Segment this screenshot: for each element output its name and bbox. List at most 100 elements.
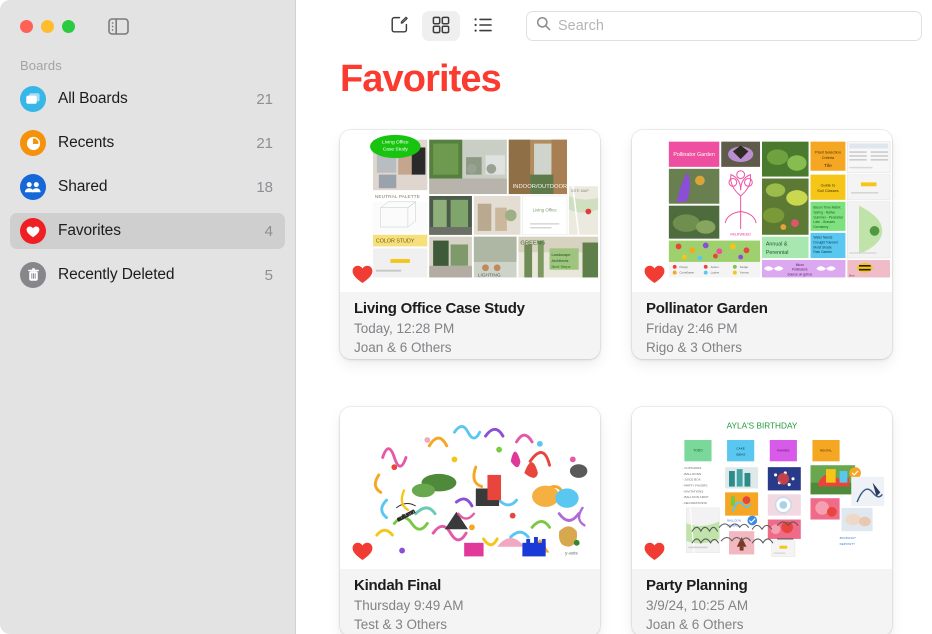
living-office-moodboard-thumbnail: Living Office Case Study NEUTRAL PALETTE… [340, 129, 600, 287]
favorite-heart-icon[interactable] [352, 265, 373, 284]
board-title: Pollinator Garden [646, 299, 768, 317]
list-icon [474, 17, 493, 36]
svg-text:Tile: Tile [824, 163, 832, 169]
sidebar-item-count: 21 [256, 134, 273, 152]
board-thumbnail: Pollinator Garden MILKWEED Plant Selecti… [632, 129, 892, 292]
svg-text:TODO: TODO [693, 448, 703, 452]
svg-text:AYLA'S BIRTHDAY: AYLA'S BIRTHDAY [727, 421, 798, 430]
favorite-heart-icon[interactable] [644, 542, 665, 561]
board-participants: Joan & 6 Others [354, 339, 452, 355]
titlebar [0, 0, 295, 52]
svg-text:Source on gdn.io: Source on gdn.io [787, 272, 812, 276]
close-button[interactable] [20, 19, 33, 33]
svg-text:Living Office: Living Office [533, 207, 557, 212]
search-input[interactable] [558, 18, 912, 34]
board-card-info: Kindah Final Thursday 9:49 AM Test & 3 O… [340, 568, 600, 634]
maximize-button[interactable] [62, 19, 75, 33]
board-card[interactable]: AYLA'S BIRTHDAY TODO - CUPCAKES - BALLOO… [632, 406, 892, 634]
board-card-info: Pollinator Garden Friday 2:46 PM Rigo & … [632, 291, 892, 359]
board-date: Thursday 9:49 AM [354, 597, 464, 613]
svg-text:Living Office: Living Office [382, 139, 409, 145]
svg-text:BOOKING?: BOOKING? [840, 536, 856, 540]
board-thumbnail: Living Office Case Study NEUTRAL PALETTE… [340, 129, 600, 292]
grid-icon [432, 16, 450, 37]
svg-text:Bloom Time Matrix: Bloom Time Matrix [813, 205, 841, 209]
compose-icon [390, 15, 409, 37]
sidebar-item-recents[interactable]: Recents 21 [10, 125, 285, 161]
list-view-button[interactable] [464, 11, 502, 41]
svg-text:Micro: Micro [796, 263, 804, 267]
sidebar-item-shared[interactable]: Shared 18 [10, 169, 285, 205]
board-thumbnail: AYLA'S BIRTHDAY TODO - CUPCAKES - BALLOO… [632, 406, 892, 569]
svg-text:Rain Garden: Rain Garden [813, 250, 832, 254]
board-title: Kindah Final [354, 576, 441, 594]
svg-text:Perennial: Perennial [766, 250, 789, 256]
sidebar-item-label: All Boards [58, 90, 128, 107]
board-card[interactable]: autumn y-axis Kindah Final Thursday 9:49… [340, 406, 600, 634]
search-icon [536, 16, 551, 36]
board-thumbnail: autumn y-axis [340, 406, 600, 569]
boards-icon [20, 86, 46, 112]
svg-text:Asters: Asters [711, 264, 720, 268]
sidebar-item-count: 21 [256, 90, 273, 108]
traffic-lights [20, 19, 75, 33]
svg-text:y-axis: y-axis [565, 550, 578, 556]
sidebar-nav: All Boards 21 Recents 21 Shared 18 Favor… [0, 81, 295, 301]
grid-view-button[interactable] [422, 11, 460, 41]
svg-text:IDEAS: IDEAS [736, 452, 745, 456]
new-board-button[interactable] [380, 11, 418, 41]
trash-icon [20, 262, 46, 288]
svg-text:INDOOR/OUTDOOR: INDOOR/OUTDOOR [513, 184, 568, 190]
sidebar-item-label: Recents [58, 134, 115, 151]
svg-text:Water Needs: Water Needs [813, 235, 832, 239]
sidebar-item-count: 5 [264, 266, 273, 284]
kindah-doodles-thumbnail: autumn y-axis [340, 406, 600, 564]
svg-text:- BALLOONS: - BALLOONS [682, 472, 701, 476]
svg-text:Yarrow: Yarrow [740, 270, 750, 274]
svg-text:Drought Tolerant: Drought Tolerant [813, 240, 837, 244]
toolbar [296, 0, 932, 52]
svg-text:Coneflower: Coneflower [680, 270, 695, 274]
main-content: Favorites Living Office [296, 0, 932, 634]
svg-text:Moist Shade: Moist Shade [813, 245, 831, 249]
svg-text:- INVITATIONS: - INVITATIONS [682, 489, 703, 493]
board-card-info: Party Planning 3/9/24, 10:25 AM Joan & 6… [632, 568, 892, 634]
board-card[interactable]: Living Office Case Study NEUTRAL PALETTE… [340, 129, 600, 359]
sidebar-toggle-icon[interactable] [107, 16, 129, 36]
svg-text:- JUICE BOX: - JUICE BOX [682, 477, 700, 481]
svg-text:Landscape: Landscape [551, 252, 570, 257]
favorite-heart-icon[interactable] [352, 542, 373, 561]
svg-text:FAVORS: FAVORS [777, 448, 789, 452]
board-card[interactable]: Pollinator Garden MILKWEED Plant Selecti… [632, 129, 892, 359]
svg-text:Architects: Architects [551, 258, 568, 263]
people-icon [20, 174, 46, 200]
svg-text:Pollinator Garden: Pollinator Garden [673, 152, 715, 158]
minimize-button[interactable] [41, 19, 54, 33]
svg-text:Sedge: Sedge [740, 264, 749, 268]
svg-text:Criteria: Criteria [822, 155, 835, 160]
svg-text:- PARTY FAVORS: - PARTY FAVORS [682, 483, 707, 487]
svg-text:- BALLOON ARCH: - BALLOON ARCH [682, 495, 708, 499]
board-participants: Test & 3 Others [354, 616, 448, 632]
svg-text:Dormancy: Dormancy [813, 225, 828, 229]
sidebar-item-all-boards[interactable]: All Boards 21 [10, 81, 285, 117]
sidebar-item-count: 18 [256, 178, 273, 196]
sidebar-section-header: Boards [20, 58, 62, 73]
svg-text:NEUTRAL PALETTE: NEUTRAL PALETTE [375, 194, 421, 200]
favorite-heart-icon[interactable] [644, 265, 665, 284]
freeform-window: Boards All Boards 21 Recents 21 Shared 1… [0, 0, 932, 634]
search-field[interactable] [526, 11, 922, 41]
svg-text:Guide to: Guide to [821, 182, 836, 187]
svg-text:Soil Classes: Soil Classes [817, 188, 838, 193]
svg-text:RENTAL: RENTAL [820, 448, 832, 452]
board-participants: Rigo & 3 Others [646, 339, 743, 355]
svg-text:DEPOSIT?: DEPOSIT? [840, 541, 856, 545]
svg-text:GREENS: GREENS [520, 240, 545, 246]
svg-text:CAKE: CAKE [736, 446, 744, 450]
board-date: Today, 12:28 PM [354, 320, 455, 336]
svg-text:SITE MAP: SITE MAP [571, 188, 590, 193]
sidebar-item-recently-deleted[interactable]: Recently Deleted 5 [10, 257, 285, 293]
sidebar-item-favorites[interactable]: Favorites 4 [10, 213, 285, 249]
board-date: 3/9/24, 10:25 AM [646, 597, 749, 613]
sidebar-item-count: 4 [264, 222, 273, 240]
